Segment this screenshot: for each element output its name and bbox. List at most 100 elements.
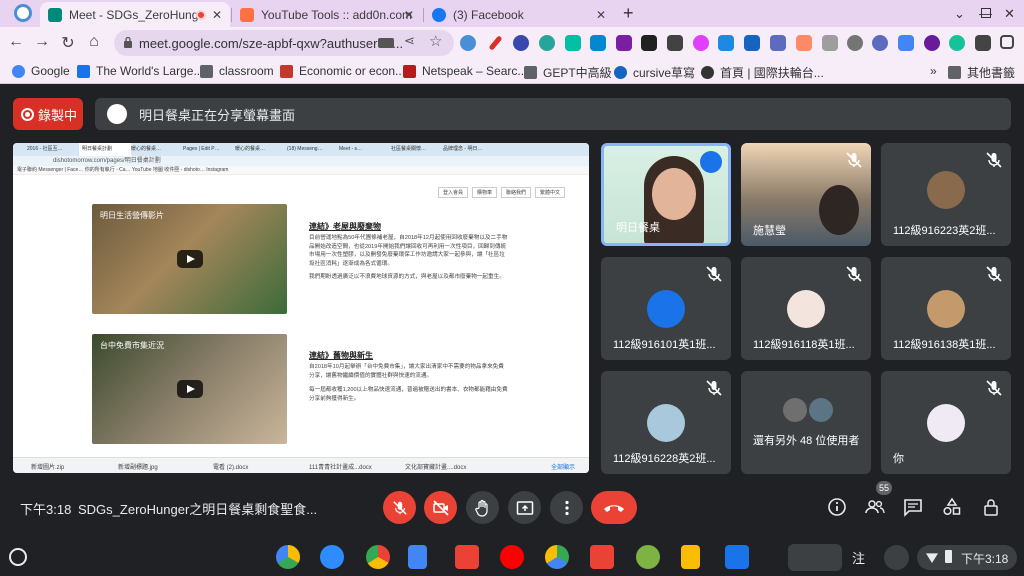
download-item: 新增副標題.jpg bbox=[118, 465, 158, 471]
extension-onenote-icon[interactable] bbox=[616, 35, 632, 51]
participant-tile-host[interactable]: 明日餐桌 bbox=[601, 143, 731, 246]
download-item: 新增圖片.zip bbox=[31, 465, 65, 471]
gmail-icon[interactable] bbox=[455, 545, 479, 569]
bookmark-netspeak[interactable]: Netspeak – Searc... bbox=[403, 64, 527, 78]
camera-indicator-icon[interactable] bbox=[378, 38, 394, 48]
more-options-button[interactable] bbox=[550, 491, 583, 524]
chrome-icon[interactable] bbox=[366, 545, 390, 569]
forward-icon[interactable]: → bbox=[32, 33, 52, 51]
article-paragraph: 自2018年10月起舉辦「台中免費市集」，讓大家出清家中不需要的物品拿來免費分享… bbox=[309, 364, 504, 379]
extension-gear-icon[interactable] bbox=[872, 35, 888, 51]
avocado-icon[interactable] bbox=[636, 545, 660, 569]
other-bookmarks[interactable]: 其他書籤 bbox=[948, 64, 1015, 81]
address-bar[interactable]: meet.google.com/sze-apbf-qxw?authuser=0.… bbox=[114, 30, 454, 56]
bookmark-rotary[interactable]: 首頁 | 國際扶輪台... bbox=[701, 64, 824, 81]
extension-monitor-icon[interactable] bbox=[667, 35, 683, 51]
files-icon[interactable] bbox=[725, 545, 749, 569]
extension-pen-icon[interactable] bbox=[488, 35, 503, 51]
mic-toggle-button[interactable] bbox=[383, 491, 416, 524]
bookmark-star-icon[interactable]: ☆ bbox=[429, 32, 445, 50]
participant-tile[interactable]: 112級916223英2班... bbox=[881, 143, 1011, 246]
self-tile[interactable]: 你 bbox=[881, 371, 1011, 474]
people-icon[interactable] bbox=[865, 497, 885, 517]
close-tab-icon[interactable]: ✕ bbox=[212, 8, 222, 22]
extension-grammarly-icon[interactable] bbox=[949, 35, 965, 51]
participant-tile[interactable]: 112級916138英1班... bbox=[881, 257, 1011, 360]
close-window-icon[interactable]: ✕ bbox=[1004, 6, 1015, 22]
shared-cart-button: 購物車 bbox=[472, 187, 498, 198]
gmail-app-icon[interactable] bbox=[590, 545, 614, 569]
reload-icon[interactable]: ↻ bbox=[58, 33, 78, 53]
play-store-icon[interactable] bbox=[545, 545, 569, 569]
stylus-icon[interactable] bbox=[884, 545, 909, 570]
google-keep-icon[interactable] bbox=[681, 545, 700, 569]
participant-avatar bbox=[927, 290, 965, 328]
side-panel-icon[interactable] bbox=[1000, 35, 1014, 49]
extension-video-icon[interactable] bbox=[590, 35, 606, 51]
shared-screen[interactable]: 2016 - 社區互… 明日餐桌計劃 暖心的餐桌… Pages | Edit P… bbox=[13, 143, 589, 473]
others-tile[interactable]: 還有另外 48 位使用者 bbox=[741, 371, 871, 474]
bookmark-cursive[interactable]: cursive草寫 bbox=[614, 64, 695, 81]
raise-hand-button[interactable] bbox=[466, 491, 499, 524]
extension-g-icon[interactable] bbox=[539, 35, 555, 51]
extension-dark-icon[interactable] bbox=[641, 35, 657, 51]
leave-call-button[interactable] bbox=[591, 491, 637, 524]
shared-login-button: 登入會員 bbox=[438, 187, 469, 198]
presenter-avatar bbox=[107, 104, 127, 124]
launcher-icon[interactable] bbox=[9, 548, 27, 566]
present-now-button[interactable] bbox=[508, 491, 541, 524]
extension-w-icon[interactable] bbox=[924, 35, 940, 51]
chrome-profile-icon[interactable] bbox=[14, 4, 32, 22]
back-icon[interactable]: ← bbox=[6, 33, 26, 51]
participant-tile[interactable]: 112級916118英1班... bbox=[741, 257, 871, 360]
participant-tile[interactable]: 施慧瑩 bbox=[741, 143, 871, 246]
lock-icon bbox=[124, 36, 132, 48]
extension-link-icon[interactable] bbox=[460, 35, 476, 51]
tab-search-icon[interactable]: ⌄ bbox=[954, 6, 965, 22]
bookmarks-overflow-icon[interactable]: » bbox=[930, 64, 937, 78]
restore-icon[interactable] bbox=[981, 8, 991, 18]
extension-pin-icon[interactable] bbox=[718, 35, 734, 51]
holding-space-thumbnails[interactable] bbox=[788, 544, 842, 571]
youtube-icon[interactable] bbox=[500, 545, 524, 569]
bookmark-gept[interactable]: GEPT中高級 bbox=[524, 64, 612, 81]
google-drive-icon[interactable] bbox=[276, 545, 300, 569]
article-paragraph: 目前營運地點為50年代團條補老屋，自2018年12月起使用回收廢棄物以及二手物品… bbox=[309, 235, 508, 267]
article-title: 連結》老屋與廢棄物 bbox=[309, 222, 381, 231]
extension-dice-icon[interactable] bbox=[822, 35, 838, 51]
close-tab-icon[interactable]: ✕ bbox=[596, 8, 606, 22]
play-icon bbox=[176, 380, 203, 398]
camera-toggle-button[interactable] bbox=[424, 491, 457, 524]
extension-k-icon[interactable] bbox=[513, 35, 529, 51]
share-icon[interactable]: ⋖ bbox=[404, 33, 420, 49]
chat-icon[interactable] bbox=[903, 497, 923, 517]
tab-youtube-tools[interactable]: YouTube Tools :: add0n.com ✕ bbox=[232, 2, 422, 27]
extensions-puzzle-icon[interactable] bbox=[975, 35, 991, 51]
extension-n-icon[interactable] bbox=[565, 35, 581, 51]
info-icon[interactable] bbox=[827, 497, 847, 517]
tab-meet[interactable]: Meet - SDGs_ZeroHunger之明日 ✕ bbox=[40, 2, 230, 27]
participant-tile[interactable]: 112級916101英1班... bbox=[601, 257, 731, 360]
host-controls-icon[interactable] bbox=[981, 497, 1001, 517]
close-tab-icon[interactable]: ✕ bbox=[404, 8, 414, 22]
bookmark-classroom[interactable]: classroom bbox=[200, 64, 274, 78]
tab-facebook[interactable]: (3) Facebook ✕ bbox=[424, 2, 614, 27]
recording-indicator[interactable]: 錄製中 bbox=[13, 98, 83, 130]
input-method-indicator[interactable]: 注 bbox=[852, 548, 865, 567]
new-tab-button[interactable]: + bbox=[623, 3, 634, 24]
bookmark-google[interactable]: Google bbox=[12, 64, 70, 78]
hang-up-icon bbox=[604, 504, 624, 512]
bookmark-worlds-largest[interactable]: The World's Large... bbox=[77, 64, 203, 78]
extension-fox-icon[interactable] bbox=[796, 35, 812, 51]
participant-tile[interactable]: 112級916228英2班... bbox=[601, 371, 731, 474]
extension-cross-icon[interactable] bbox=[770, 35, 786, 51]
extension-m-icon[interactable] bbox=[693, 35, 709, 51]
google-docs-icon[interactable] bbox=[408, 545, 427, 569]
home-icon[interactable]: ⌂ bbox=[84, 33, 104, 51]
extension-translate-icon[interactable] bbox=[898, 35, 914, 51]
extension-blue-icon[interactable] bbox=[744, 35, 760, 51]
bookmark-economic[interactable]: Economic or econ... bbox=[280, 64, 405, 78]
activities-icon[interactable] bbox=[942, 497, 962, 517]
zoom-icon[interactable] bbox=[320, 545, 344, 569]
extension-chat-icon[interactable] bbox=[847, 35, 863, 51]
